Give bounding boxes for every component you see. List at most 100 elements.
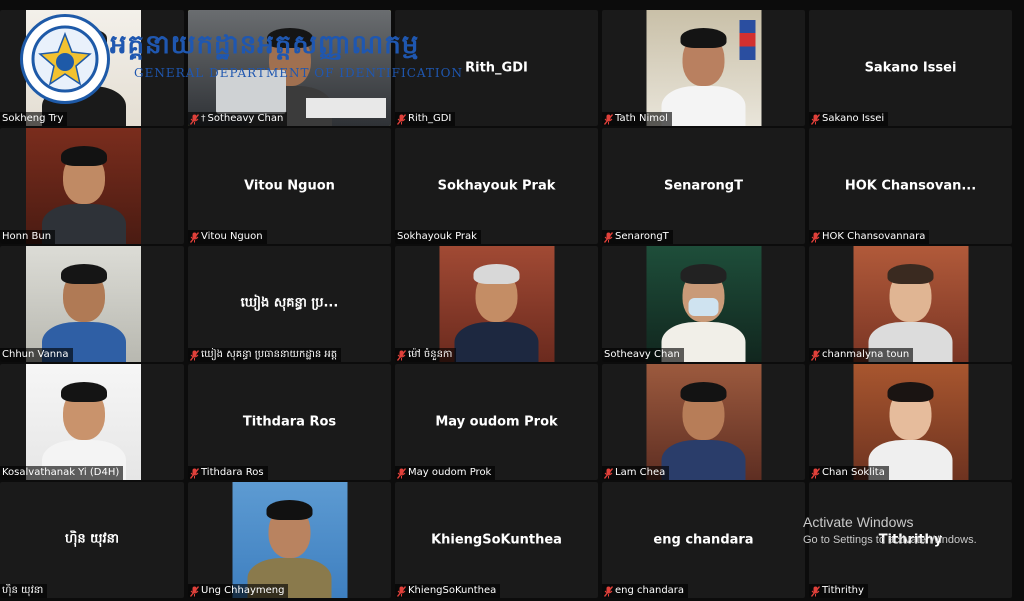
participant-video bbox=[853, 364, 968, 480]
participant-name-tag: ម៉ៅ ចំនួនកា bbox=[395, 348, 457, 362]
participant-video bbox=[853, 246, 968, 362]
participant-tile-honn-bun[interactable]: Honn Bun bbox=[0, 128, 184, 244]
participant-display-name: Rith_GDI bbox=[465, 60, 528, 76]
participant-video bbox=[188, 10, 391, 126]
participant-name-label: Sotheavy Chan bbox=[604, 349, 680, 360]
participant-name-label: Tath Nimol bbox=[615, 113, 668, 124]
participant-name-label: eng chandara bbox=[615, 585, 685, 596]
participant-video bbox=[26, 128, 141, 244]
participant-gallery: Sokheng Try † Sotheavy Chan Rith_GDI Rith_GD… bbox=[0, 10, 1014, 600]
participant-tile-sokhayouk-prak[interactable]: Sokhayouk Prak Sokhayouk Prak bbox=[395, 128, 598, 244]
participant-name-label: Sakano Issei bbox=[822, 113, 885, 124]
participant-name-label: Tithrithy bbox=[822, 585, 864, 596]
participant-tile-sotheavy-chan[interactable]: Sotheavy Chan bbox=[602, 246, 805, 362]
participant-display-name: May oudom Prok bbox=[435, 414, 558, 430]
pin-icon: † bbox=[201, 114, 206, 124]
participant-tile-ung-chhaymeng[interactable]: Ung Chhaymeng bbox=[188, 482, 391, 598]
participant-name-label: SenarongT bbox=[615, 231, 669, 242]
participant-video bbox=[439, 246, 554, 362]
mic-muted-icon bbox=[190, 231, 199, 243]
participant-tile-sotheavy-chan[interactable]: † Sotheavy Chan bbox=[188, 10, 391, 126]
mic-muted-icon bbox=[190, 467, 199, 479]
mic-muted-icon bbox=[190, 349, 199, 361]
watermark-line-1: Activate Windows bbox=[803, 514, 914, 530]
participant-name-label: Chan Soklita bbox=[822, 467, 885, 478]
participant-video bbox=[26, 10, 141, 126]
participant-name-tag: ហ៊ិន យុវនា bbox=[0, 584, 48, 598]
participant-name-tag: KhiengSoKunthea bbox=[395, 584, 501, 598]
participant-name-label: Chhun Vanna bbox=[2, 349, 69, 360]
participant-display-name: eng chandara bbox=[653, 532, 754, 548]
mic-muted-icon bbox=[190, 585, 199, 597]
participant-tile-vitou-nguon[interactable]: Vitou Nguon Vitou Nguon bbox=[188, 128, 391, 244]
participant-tile-lam-chea[interactable]: Lam Chea bbox=[602, 364, 805, 480]
participant-name-label: Lam Chea bbox=[615, 467, 666, 478]
participant-tile-may-oudom-prok[interactable]: May oudom Prok May oudom Prok bbox=[395, 364, 598, 480]
participant-tile-participant[interactable]: ម៉ៅ ចំនួនកា bbox=[395, 246, 598, 362]
participant-tile-khiengsokunthea[interactable]: KhiengSoKunthea KhiengSoKunthea bbox=[395, 482, 598, 598]
participant-name-tag: ឃៀង សុគន្ធា ប្រធាននាយកដ្ឋាន អត្ត bbox=[188, 348, 342, 362]
participant-display-name: ឃៀង សុគន្ធា ប្រ... bbox=[240, 295, 339, 311]
participant-name-label: HOK Chansovannara bbox=[822, 231, 926, 242]
participant-name-tag: Honn Bun bbox=[0, 230, 56, 244]
participant-video bbox=[26, 364, 141, 480]
mic-muted-icon bbox=[604, 231, 613, 243]
participant-display-name: SenarongT bbox=[664, 178, 743, 194]
participant-tile-sokheng-try[interactable]: Sokheng Try bbox=[0, 10, 184, 126]
mic-muted-icon bbox=[811, 113, 820, 125]
participant-name-tag: chanmalyna toun bbox=[809, 348, 914, 362]
participant-tile-chhun-vanna[interactable]: Chhun Vanna bbox=[0, 246, 184, 362]
participant-display-name: HOK Chansovan... bbox=[844, 178, 977, 194]
participant-tile-tath-nimol[interactable]: Tath Nimol bbox=[602, 10, 805, 126]
participant-video bbox=[26, 246, 141, 362]
participant-name-label: May oudom Prok bbox=[408, 467, 492, 478]
participant-tile-eng-chandara[interactable]: eng chandara eng chandara bbox=[602, 482, 805, 598]
participant-name-tag: Vitou Nguon bbox=[188, 230, 267, 244]
mic-muted-icon bbox=[811, 585, 820, 597]
participant-tile-chan-soklita[interactable]: Chan Soklita bbox=[809, 364, 1012, 480]
participant-name-tag: Rith_GDI bbox=[395, 112, 456, 126]
participant-video bbox=[646, 364, 761, 480]
mic-muted-icon bbox=[397, 467, 406, 479]
participant-name-tag: Sokheng Try bbox=[0, 112, 68, 126]
participant-name-label: ហ៊ិន យុវនា bbox=[2, 585, 44, 596]
participant-tile-participant[interactable]: ឃៀង សុគន្ធា ប្រ... ឃៀង សុគន្ធា ប្រធាននាយក… bbox=[188, 246, 391, 362]
participant-name-label: Honn Bun bbox=[2, 231, 52, 242]
participant-name-tag: Lam Chea bbox=[602, 466, 670, 480]
participant-tile-hok-chansovannara[interactable]: HOK Chansovan... HOK Chansovannara bbox=[809, 128, 1012, 244]
mic-muted-icon bbox=[604, 585, 613, 597]
participant-name-label: ឃៀង សុគន្ធា ប្រធាននាយកដ្ឋាន អត្ត bbox=[201, 349, 338, 360]
mic-muted-icon bbox=[397, 585, 406, 597]
participant-name-label: Tithdara Ros bbox=[201, 467, 264, 478]
watermark-line-2: Go to Settings to activate Windows. bbox=[803, 534, 977, 546]
participant-tile-tithdara-ros[interactable]: Tithdara Ros Tithdara Ros bbox=[188, 364, 391, 480]
participant-tile-chanmalyna-toun[interactable]: chanmalyna toun bbox=[809, 246, 1012, 362]
mic-muted-icon bbox=[811, 231, 820, 243]
participant-tile-sakano-issei[interactable]: Sakano Issei Sakano Issei bbox=[809, 10, 1012, 126]
participant-tile-participant[interactable]: ហ៊ិន យុវនា ហ៊ិន យុវនា bbox=[0, 482, 184, 598]
participant-name-label: Sotheavy Chan bbox=[207, 113, 284, 124]
participant-tile-kosalvathanak-yi-d4h[interactable]: Kosalvathanak Yi (D4H) bbox=[0, 364, 184, 480]
participant-tile-rith-gdi[interactable]: Rith_GDI Rith_GDI bbox=[395, 10, 598, 126]
participant-name-tag: Sotheavy Chan bbox=[602, 348, 684, 362]
participant-name-label: Ung Chhaymeng bbox=[201, 585, 285, 596]
participant-name-tag: Tithdara Ros bbox=[188, 466, 268, 480]
participant-name-tag: SenarongT bbox=[602, 230, 673, 244]
participant-name-label: KhiengSoKunthea bbox=[408, 585, 497, 596]
participant-name-label: ម៉ៅ ចំនួនកា bbox=[408, 349, 453, 360]
mic-muted-icon bbox=[190, 113, 199, 125]
participant-name-label: Sokheng Try bbox=[2, 113, 64, 124]
participant-name-tag: † Sotheavy Chan bbox=[188, 112, 288, 126]
mic-muted-icon bbox=[811, 349, 820, 361]
participant-display-name: ហ៊ិន យុវនា bbox=[64, 531, 120, 547]
participant-name-tag: eng chandara bbox=[602, 584, 689, 598]
participant-display-name: Vitou Nguon bbox=[244, 178, 335, 194]
participant-name-tag: Sokhayouk Prak bbox=[395, 230, 481, 244]
participant-name-tag: Sakano Issei bbox=[809, 112, 889, 126]
participant-tile-senarongt[interactable]: SenarongT SenarongT bbox=[602, 128, 805, 244]
participant-display-name: KhiengSoKunthea bbox=[431, 532, 562, 548]
participant-name-label: Rith_GDI bbox=[408, 113, 452, 124]
participant-name-tag: Chan Soklita bbox=[809, 466, 889, 480]
participant-name-label: chanmalyna toun bbox=[822, 349, 910, 360]
participant-name-tag: Kosalvathanak Yi (D4H) bbox=[0, 466, 124, 480]
